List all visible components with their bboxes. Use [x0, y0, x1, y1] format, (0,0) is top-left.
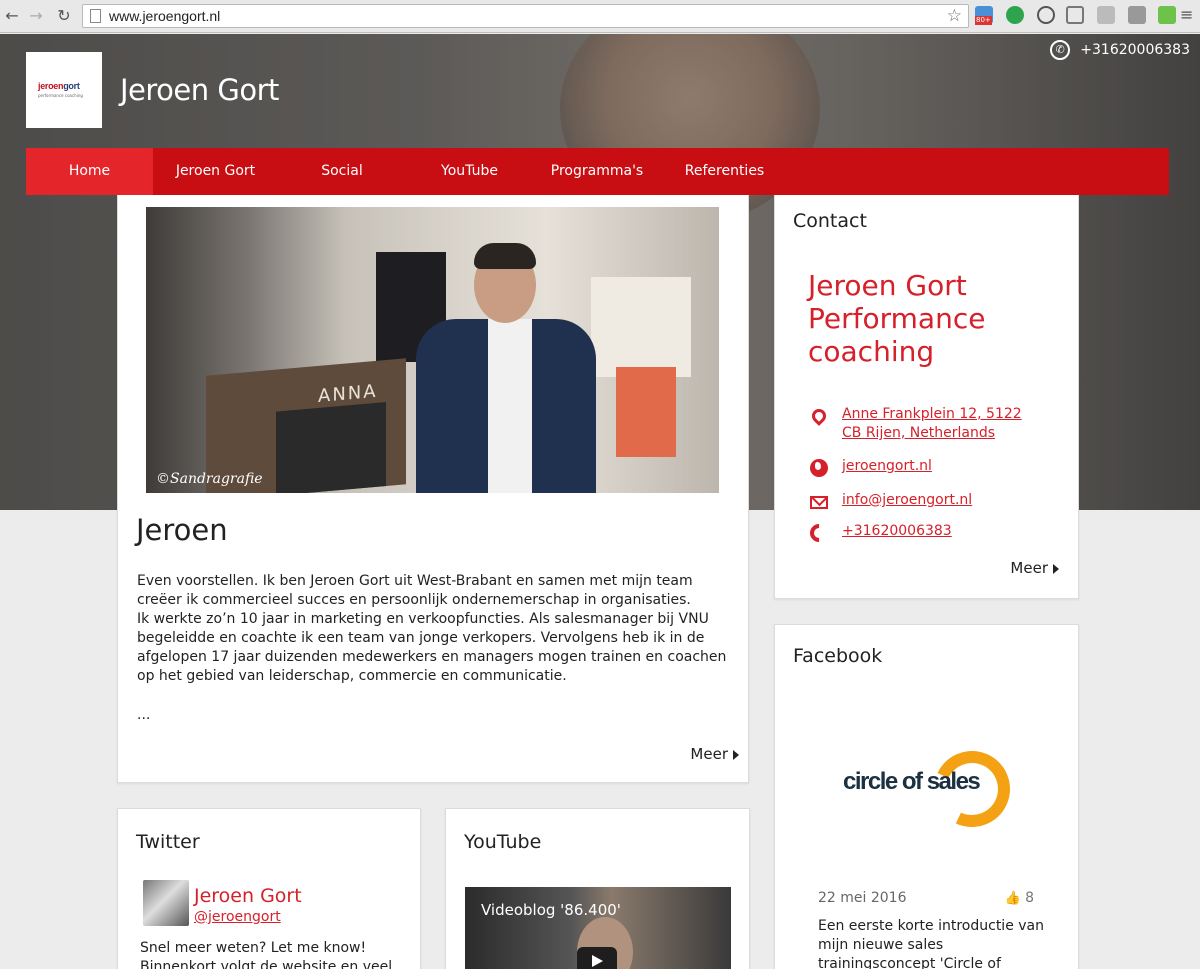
- twitter-card: Twitter Jeroen Gort @jeroengort Snel mee…: [117, 808, 421, 969]
- video-title[interactable]: Videoblog '86.400': [481, 901, 621, 919]
- extension-icon[interactable]: 80+: [975, 6, 993, 25]
- photo-credit: ©Sandragrafie: [156, 471, 263, 487]
- contact-heading: Contact: [793, 210, 867, 232]
- main-nav: Home Jeroen Gort Social YouTube Programm…: [26, 148, 1169, 195]
- post-date: 22 mei 2016: [818, 890, 907, 906]
- article-paragraph: Even voorstellen. Ik ben Jeroen Gort uit…: [137, 573, 693, 608]
- map-pin-icon: [808, 405, 830, 427]
- globe-icon: [808, 457, 830, 479]
- arrow-left-icon[interactable]: ←: [2, 6, 22, 26]
- twitter-name[interactable]: Jeroen Gort: [194, 885, 302, 907]
- photo-person-hair: [474, 243, 536, 269]
- address-link[interactable]: Anne Frankplein 12, 5122 CB Rijen, Nethe…: [842, 405, 1042, 443]
- contact-phone-row: +31620006383: [806, 520, 952, 546]
- reload-icon[interactable]: ↻: [54, 6, 74, 26]
- menu-icon[interactable]: ≡: [1180, 6, 1193, 24]
- bookmark-star-icon[interactable]: ☆: [947, 6, 962, 26]
- post-likes[interactable]: 👍 8: [1005, 890, 1034, 906]
- article-body: Even voorstellen. Ik ben Jeroen Gort uit…: [137, 572, 737, 686]
- twitter-heading: Twitter: [136, 831, 200, 853]
- tweet-text: Snel meer weten? Let me know! Binnenkort…: [140, 940, 393, 969]
- page-icon: [90, 9, 101, 23]
- contact-card: Contact Jeroen Gort Performance coaching…: [774, 195, 1079, 599]
- twitter-handle[interactable]: @jeroengort: [194, 909, 281, 925]
- contact-address-row: Anne Frankplein 12, 5122 CB Rijen, Nethe…: [808, 405, 1042, 443]
- youtube-card: YouTube Videoblog '86.400': [445, 808, 750, 969]
- facebook-card: Facebook circle of sales 22 mei 2016 👍 8…: [774, 624, 1079, 969]
- arrow-right-icon[interactable]: →: [26, 6, 46, 26]
- photo-person: [416, 243, 596, 493]
- nav-item-home[interactable]: Home: [26, 148, 153, 195]
- speaker-photo: ANNA ©Sandragrafie: [146, 207, 719, 493]
- contact-website-row: jeroengort.nl: [808, 457, 932, 479]
- nav-item-programmas[interactable]: Programma's: [533, 148, 661, 195]
- article-title: Jeroen: [136, 513, 228, 547]
- circle-of-sales-text: circle of sales: [843, 768, 981, 795]
- facebook-post-text: Een eerste korte introductie van mijn ni…: [818, 918, 1044, 969]
- intro-card: ANNA ©Sandragrafie Jeroen Even voorstell…: [117, 195, 749, 783]
- logo-tagline: performance coaching: [38, 93, 83, 98]
- hangouts-icon[interactable]: [1006, 6, 1024, 24]
- contact-email-row: info@jeroengort.nl: [808, 491, 972, 513]
- company-name: Jeroen Gort Performance coaching: [808, 269, 986, 368]
- photo-backdrop: [591, 277, 691, 377]
- facebook-heading: Facebook: [793, 645, 883, 667]
- article-ellipsis: ...: [137, 707, 151, 723]
- logo-wordmark: jeroengort: [38, 81, 80, 91]
- phone-icon: ✆: [1050, 40, 1071, 60]
- address-bar[interactable]: www.jeroengort.nl ☆: [82, 4, 969, 28]
- header-phone-number: +31620006383: [1080, 42, 1190, 58]
- extension-icon[interactable]: [1128, 6, 1146, 24]
- article-more-link[interactable]: Meer: [690, 745, 739, 763]
- url-text[interactable]: www.jeroengort.nl: [109, 8, 220, 24]
- photo-person-shirt: [488, 319, 532, 493]
- logo-brand-main: jeroen: [38, 81, 64, 91]
- circle-of-sales-logo[interactable]: circle of sales: [841, 740, 1021, 838]
- nav-item-youtube[interactable]: YouTube: [406, 148, 533, 195]
- email-link[interactable]: info@jeroengort.nl: [842, 491, 972, 510]
- site-title[interactable]: Jeroen Gort: [120, 73, 279, 107]
- avatar[interactable]: [143, 880, 189, 926]
- phone-icon: [806, 520, 832, 546]
- phone-link[interactable]: +31620006383: [842, 522, 952, 541]
- mail-icon: [808, 491, 830, 513]
- nav-item-social[interactable]: Social: [278, 148, 406, 195]
- extension-icon[interactable]: [1158, 6, 1176, 24]
- photo-banner: [616, 367, 676, 457]
- video-player[interactable]: Videoblog '86.400': [465, 887, 731, 969]
- thumbs-up-icon: 👍: [1004, 890, 1022, 906]
- contact-more-link[interactable]: Meer: [1010, 559, 1059, 577]
- cast-icon[interactable]: [1066, 6, 1084, 24]
- info-icon[interactable]: [1037, 6, 1055, 24]
- article-paragraph: Ik werkte zo’n 10 jaar in marketing en v…: [137, 611, 727, 684]
- youtube-heading: YouTube: [464, 831, 542, 853]
- like-count: 8: [1025, 890, 1034, 906]
- photo-lectern-screen: [276, 402, 386, 493]
- nav-item-jeroen-gort[interactable]: Jeroen Gort: [153, 148, 278, 195]
- badge-count: 80+: [975, 16, 992, 25]
- logo-brand-accent: gort: [63, 81, 80, 91]
- site-logo[interactable]: jeroengort performance coaching: [26, 52, 102, 128]
- browser-toolbar: ← → ↻ www.jeroengort.nl ☆ 80+ ≡: [0, 0, 1200, 33]
- nav-item-referenties[interactable]: Referenties: [661, 148, 788, 195]
- website-link[interactable]: jeroengort.nl: [842, 457, 932, 476]
- play-icon[interactable]: [577, 947, 617, 969]
- dropbox-icon[interactable]: [1097, 6, 1115, 24]
- header-phone[interactable]: ✆ +31620006383: [1050, 40, 1190, 60]
